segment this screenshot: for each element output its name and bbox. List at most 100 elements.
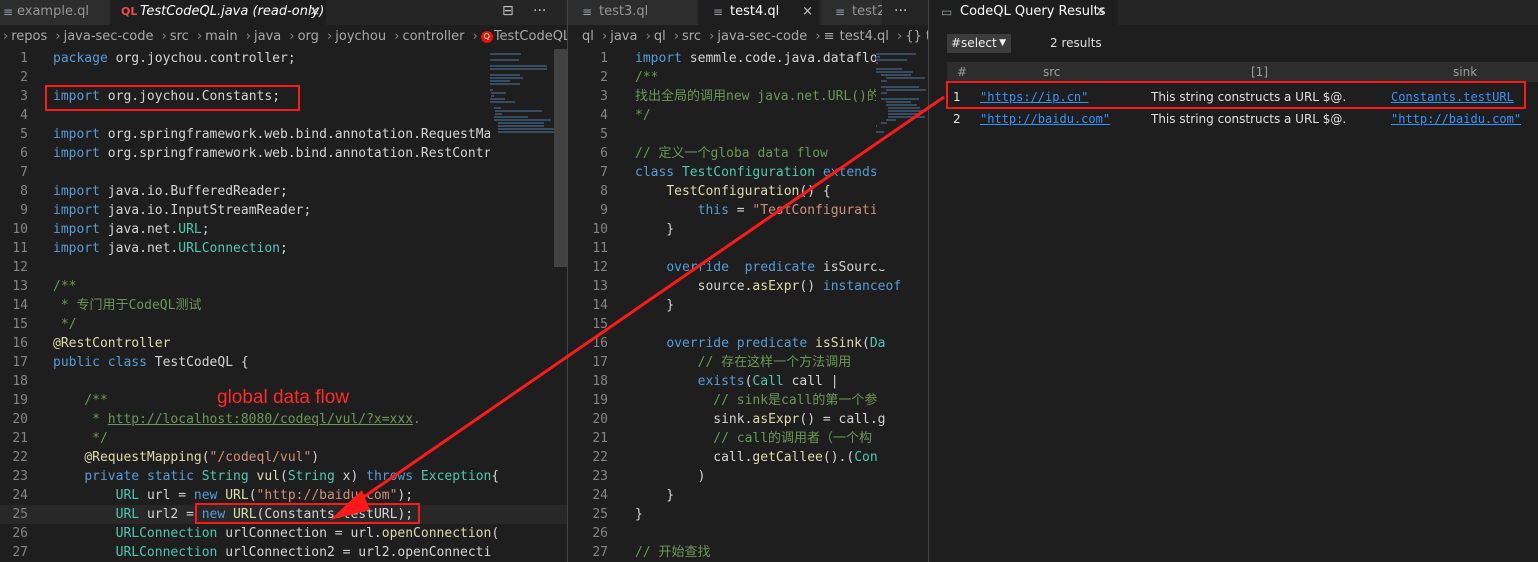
code-line[interactable]: 3 找出全局的调用new java.net.URL()的	[568, 87, 928, 106]
code-line[interactable]: 5 import org.springframework.web.bind.ann…	[0, 125, 567, 144]
breadcrumb-item[interactable]: java	[254, 29, 281, 44]
column-header[interactable]: #	[957, 62, 967, 82]
breadcrumb-item[interactable]: test4.ql	[840, 29, 889, 44]
code-line[interactable]: 9 import java.io.InputStreamReader;	[0, 201, 567, 220]
breadcrumb-item[interactable]: repos	[11, 29, 47, 44]
code-line[interactable]: 1 package org.joychou.controller;	[0, 49, 567, 68]
close-icon[interactable]: ×	[1095, 0, 1106, 24]
table-row[interactable]: 2 "http://baidu.com" This string constru…	[947, 108, 1538, 131]
breadcrumb-item[interactable]: src	[682, 29, 701, 44]
code-line[interactable]: 17 public class TestCodeQL {	[0, 353, 567, 372]
code-line[interactable]: 26	[568, 524, 928, 543]
breadcrumb-item[interactable]: TestCodeQL.java	[494, 29, 567, 44]
code-line[interactable]: 10 import java.net.URL;	[0, 220, 567, 239]
tab-test4-ql[interactable]: ≡ test4.ql ×	[699, 0, 820, 25]
tab-codeql-query-results[interactable]: ▭ CodeQL Query Results ×	[929, 0, 1119, 25]
code-line[interactable]: 18 exists(Call call |	[568, 372, 928, 391]
code-line[interactable]: 6 import org.springframework.web.bind.ann…	[0, 144, 567, 163]
code-line[interactable]: 21 // call的调用者（一个构	[568, 429, 928, 448]
breadcrumb-item[interactable]: java-sec-code	[64, 29, 154, 44]
column-header[interactable]: [1]	[1251, 62, 1268, 82]
breadcrumb-item[interactable]: org	[298, 29, 319, 44]
more-actions-icon[interactable]: ···	[894, 0, 907, 25]
code-line[interactable]: 20 sink.asExpr() = call.g	[568, 410, 928, 429]
tab-test3-ql[interactable]: ≡ test3.ql	[568, 0, 698, 25]
code-line[interactable]: 12 override predicate isSource	[568, 258, 928, 277]
code-line[interactable]: 1 import semmle.code.java.dataflow.	[568, 49, 928, 68]
code-line[interactable]: 13 /**	[0, 277, 567, 296]
code-line[interactable]: 20 * http://localhost:8080/codeql/vul/?x…	[0, 410, 567, 429]
breadcrumb-item[interactable]: ql	[582, 29, 594, 44]
result-set-select[interactable]: #select ▼	[947, 34, 1011, 53]
column-header[interactable]: src	[1043, 62, 1061, 82]
minimap-line	[880, 80, 887, 82]
code-line[interactable]: 15	[568, 315, 928, 334]
code-line[interactable]: 14 * 专门用于CodeQL测试	[0, 296, 567, 315]
breadcrumb-item[interactable]: java	[610, 29, 637, 44]
code-line[interactable]: 11 import java.net.URLConnection;	[0, 239, 567, 258]
breadcrumb-item[interactable]: {} test4	[905, 29, 928, 44]
code-text: URLConnection urlConnection2 = url2.open…	[115, 545, 492, 560]
code-line[interactable]: 8 import java.io.BufferedReader;	[0, 182, 567, 201]
code-line[interactable]: 17 // 存在这样一个方法调用	[568, 353, 928, 372]
code-line[interactable]: 9 this = "TestConfiguration	[568, 201, 928, 220]
code-line[interactable]: 27 URLConnection urlConnection2 = url2.o…	[0, 543, 567, 562]
code-line[interactable]: 10 }	[568, 220, 928, 239]
minimap[interactable]	[876, 49, 928, 269]
src-link[interactable]: "http://baidu.com"	[980, 108, 1110, 131]
code-editor[interactable]: 1 import semmle.code.java.dataflow. 2 /** 3 找…	[568, 49, 928, 562]
code-line[interactable]: 26 URLConnection urlConnection = url.ope…	[0, 524, 567, 543]
code-line[interactable]: 21 */	[0, 429, 567, 448]
breadcrumb-item[interactable]: src	[170, 29, 189, 44]
code-line[interactable]: 25}	[568, 505, 928, 524]
breadcrumb-item[interactable]: joychou	[335, 29, 386, 44]
code-line[interactable]: 16 @RestController	[0, 334, 567, 353]
code-line[interactable]: 2 /**	[568, 68, 928, 87]
code-line[interactable]: 6 // 定义一个globa data flow	[568, 144, 928, 163]
file-lines-icon: ≡	[713, 5, 724, 19]
code-line[interactable]: 7 class TestConfiguration extends	[568, 163, 928, 182]
code-line[interactable]: 23 private static String vul(String x) t…	[0, 467, 567, 486]
code-line[interactable]: 13 source.asExpr() instanceof	[568, 277, 928, 296]
breadcrumb-item[interactable]: ql	[654, 29, 666, 44]
line-number: 9	[20, 203, 28, 218]
close-icon[interactable]: ×	[309, 0, 320, 24]
close-icon[interactable]: ×	[802, 0, 813, 24]
code-line[interactable]: 23 )	[568, 467, 928, 486]
tab-test2-ql[interactable]: ≡ test2.ql	[821, 0, 883, 25]
breadcrumb: › repos › java-sec-code › src › main › java ›…	[0, 25, 567, 49]
code-line[interactable]: 12	[0, 258, 567, 277]
code-text: */	[53, 317, 77, 332]
minimap-line	[495, 110, 542, 112]
code-line[interactable]: 22 call.getCallee().(Con	[568, 448, 928, 467]
code-line[interactable]: 5	[568, 125, 928, 144]
minimap-line	[490, 101, 515, 103]
breadcrumb-item[interactable]: java-sec-code	[717, 29, 807, 44]
code-line[interactable]: 8 TestConfiguration() {	[568, 182, 928, 201]
code-line[interactable]: 4 */	[568, 106, 928, 125]
code-line[interactable]: 24 }	[568, 486, 928, 505]
line-number: 3	[600, 89, 608, 104]
tab-example-ql[interactable]: ≡ example.ql	[0, 0, 110, 25]
code-line[interactable]: 7	[0, 163, 567, 182]
column-header[interactable]: sink	[1453, 62, 1477, 82]
sink-link[interactable]: "http://baidu.com"	[1391, 108, 1521, 131]
scrollbar-thumb[interactable]	[554, 49, 567, 267]
breadcrumb-item[interactable]: main	[205, 29, 237, 44]
minimap[interactable]	[490, 49, 555, 269]
split-editor-icon[interactable]: ⊟	[502, 0, 514, 25]
minimap-line	[498, 131, 554, 133]
breadcrumb-item[interactable]: controller	[402, 29, 464, 44]
code-line[interactable]: 15 */	[0, 315, 567, 334]
code-line[interactable]: 11	[568, 239, 928, 258]
code-line[interactable]: 22 @RequestMapping("/codeql/vul")	[0, 448, 567, 467]
code-line[interactable]: 16 override predicate isSink(Da	[568, 334, 928, 353]
code-text: * 专门用于CodeQL测试	[53, 298, 202, 313]
more-actions-icon[interactable]: ···	[533, 0, 546, 25]
code-line[interactable]: 14 }	[568, 296, 928, 315]
code-line[interactable]: 27 // 开始查找	[568, 543, 928, 562]
line-number: 9	[600, 203, 608, 218]
code-editor[interactable]: 1 package org.joychou.controller; 2 3 import…	[0, 49, 567, 562]
tab-testcodeql-java[interactable]: QL TestCodeQL.java (read-only) ×	[111, 0, 327, 25]
code-line[interactable]: 19 // sink是call的第一个参	[568, 391, 928, 410]
